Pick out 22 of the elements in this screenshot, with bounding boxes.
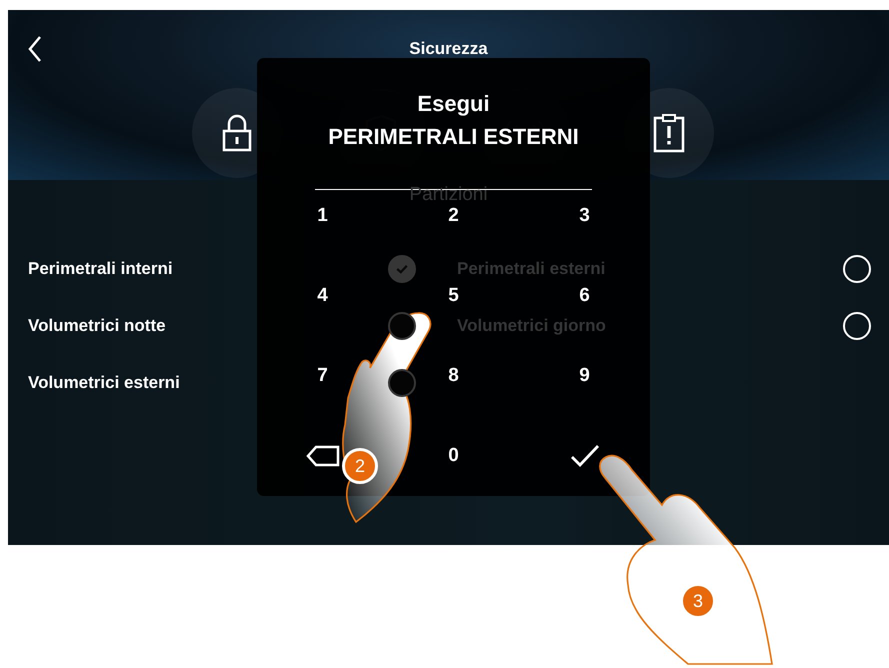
keypad-key[interactable]: 6 [572, 285, 596, 307]
keypad-key[interactable]: 7 [310, 365, 334, 387]
keypad-key[interactable]: 4 [310, 285, 334, 307]
partition-label: Volumetrici notte [28, 316, 166, 336]
section-title: Partizioni [408, 184, 489, 206]
keypad-key[interactable]: 0 [442, 445, 466, 467]
keypad-key[interactable]: 1 [310, 205, 334, 227]
checkmark-icon[interactable] [570, 444, 600, 468]
backspace-icon[interactable] [306, 445, 340, 467]
screen-title: Sicurezza [409, 39, 488, 59]
clipboard-alert-icon [653, 113, 685, 153]
partition-label: Volumetrici esterni [28, 372, 180, 392]
keypad-key[interactable]: 9 [572, 365, 596, 387]
padlock-icon [222, 114, 252, 152]
keypad-key[interactable]: 5 [442, 285, 466, 307]
partition-label: Perimetrali interni [28, 258, 173, 278]
keypad-key[interactable]: 2 [442, 205, 466, 227]
keypad-key[interactable]: 8 [442, 365, 466, 387]
back-icon[interactable] [28, 36, 42, 62]
dialog-subtitle: PERIMETRALI ESTERNI [328, 123, 579, 151]
keypad-key[interactable]: 3 [572, 205, 596, 227]
dialog-title: Esegui [417, 90, 490, 118]
